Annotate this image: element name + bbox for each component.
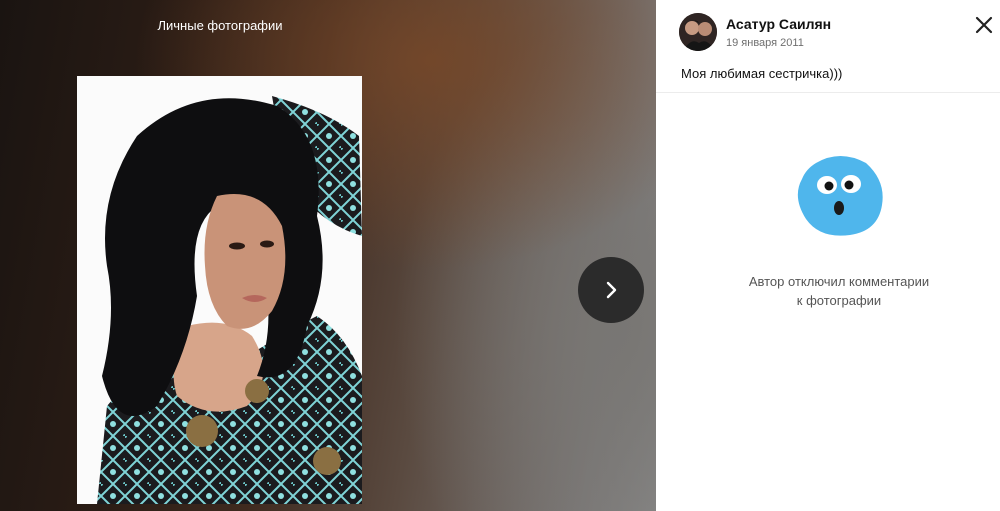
- next-photo-button[interactable]: [578, 257, 644, 323]
- photo-stage: Личные фотографии: [0, 0, 656, 511]
- album-title[interactable]: Личные фотографии: [120, 18, 320, 33]
- close-button[interactable]: [973, 14, 995, 36]
- comments-disabled-line2: к фотографии: [796, 293, 882, 308]
- avatar-image: [679, 13, 717, 51]
- surprised-face-icon: [796, 153, 884, 239]
- post-date: 19 января 2011: [726, 37, 804, 49]
- comments-disabled-line1: Автор отключил комментарии: [748, 274, 930, 289]
- photo-image: [77, 76, 362, 504]
- chevron-right-icon: [606, 281, 617, 299]
- avatar[interactable]: [679, 13, 717, 51]
- author-name[interactable]: Асатур Саилян: [726, 16, 831, 32]
- photo-viewer: Личные фотографии Асатур Саилян 19 январ…: [0, 0, 1000, 511]
- close-icon: [975, 16, 993, 34]
- comments-disabled-message: Автор отключил комментарии к фотографии: [700, 272, 978, 310]
- photo-caption: Моя любимая сестричка))): [681, 66, 843, 81]
- photo[interactable]: [77, 76, 362, 504]
